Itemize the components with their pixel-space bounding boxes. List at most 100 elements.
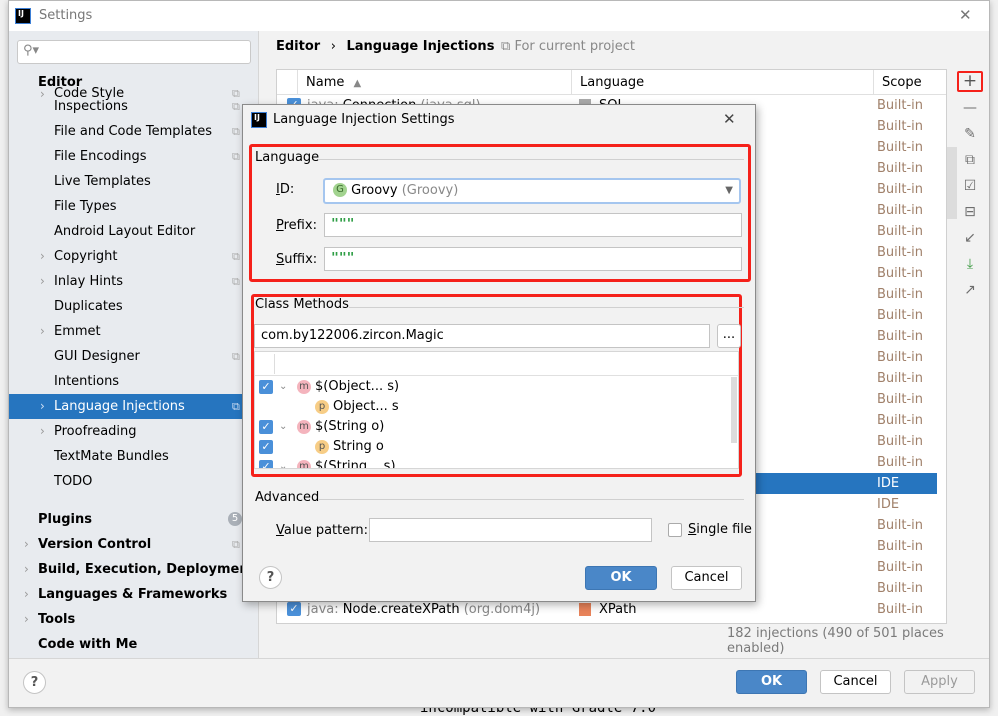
sidebar-item-label: Android Layout Editor: [54, 224, 196, 239]
sidebar-item-label: Inspections: [54, 99, 128, 114]
single-file-checkbox[interactable]: [668, 523, 682, 537]
sidebar-item-textmate-bundles[interactable]: TextMate Bundles: [9, 444, 258, 469]
sidebar-item-copyright[interactable]: › Copyright ⧉: [9, 244, 258, 269]
method-checkbox[interactable]: ✓: [259, 420, 273, 434]
project-scope-icon: ⧉: [232, 350, 240, 363]
edit-icon[interactable]: ✎: [957, 123, 983, 145]
suffix-input[interactable]: """: [324, 247, 742, 271]
sort-ascending-icon: ▲: [353, 78, 362, 89]
sidebar-item-label: Emmet: [54, 324, 101, 339]
sidebar-item-proofreading[interactable]: › Proofreading: [9, 419, 258, 444]
browse-class-button[interactable]: ...: [717, 324, 741, 348]
import-icon[interactable]: ↙: [957, 227, 983, 249]
help-button[interactable]: ?: [23, 671, 46, 694]
column-language-header[interactable]: Language: [571, 70, 873, 95]
sidebar-item-file-and-code-templates[interactable]: File and Code Templates ⧉: [9, 119, 258, 144]
sidebar-item-plugins[interactable]: Plugins 5: [9, 507, 258, 532]
sidebar-item-label: File Encodings: [54, 149, 147, 164]
class-name-input[interactable]: com.by122006.zircon.Magic: [254, 324, 710, 348]
method-tree-row[interactable]: ✓ ⌄ m $(String... s): [255, 457, 725, 468]
chevron-right-icon[interactable]: ›: [40, 269, 45, 294]
injection-target: Node.createXPath: [342, 602, 460, 617]
scope-note-text: For current project: [514, 39, 636, 54]
sidebar-item-build-execution-deployment[interactable]: › Build, Execution, Deployment: [9, 557, 258, 582]
method-checkbox[interactable]: ✓: [259, 440, 273, 454]
column-name-header[interactable]: Name ▲: [297, 70, 572, 95]
project-scope-icon: ⧉: [232, 538, 240, 551]
sidebar-item-android-layout-editor[interactable]: Android Layout Editor: [9, 219, 258, 244]
dialog-cancel-button[interactable]: Cancel: [671, 566, 742, 590]
method-tree-row[interactable]: p Object... s: [255, 397, 725, 417]
ok-button[interactable]: OK: [736, 670, 807, 694]
dialog-title: Language Injection Settings: [273, 112, 455, 127]
method-icon: m: [297, 380, 311, 394]
table-row[interactable]: ✓ java: Node.createXPath (org.dom4j) XPath…: [277, 599, 937, 620]
sidebar-item-label: Intentions: [54, 374, 120, 389]
chevron-down-icon[interactable]: ⌄: [279, 417, 287, 437]
sidebar-item-file-encodings[interactable]: File Encodings ⧉: [9, 144, 258, 169]
breadcrumb-editor[interactable]: Editor: [276, 39, 320, 54]
chevron-right-icon[interactable]: ›: [40, 319, 45, 344]
download-icon[interactable]: ⤓: [957, 253, 983, 275]
sidebar-item-label: Proofreading: [54, 424, 137, 439]
project-scope-icon: ⧉: [232, 250, 240, 263]
dialog-ok-button[interactable]: OK: [585, 566, 657, 590]
chevron-right-icon[interactable]: ›: [40, 394, 45, 419]
chevron-down-icon[interactable]: ⌄: [279, 457, 287, 468]
apply-button[interactable]: Apply: [904, 670, 975, 694]
chevron-right-icon[interactable]: ›: [24, 607, 29, 632]
sidebar-item-gui-designer[interactable]: GUI Designer ⧉: [9, 344, 258, 369]
method-icon: m: [297, 420, 311, 434]
single-file-label[interactable]: Single file: [688, 522, 752, 537]
chevron-right-icon[interactable]: ›: [24, 582, 29, 607]
export-icon[interactable]: ↗: [957, 279, 983, 301]
sidebar-item-tools[interactable]: › Tools: [9, 607, 258, 632]
sidebar-item-inspections[interactable]: Inspections ⧉: [9, 94, 258, 119]
sidebar-item-emmet[interactable]: › Emmet: [9, 319, 258, 344]
cancel-button[interactable]: Cancel: [820, 670, 891, 694]
sidebar-item-duplicates[interactable]: Duplicates: [9, 294, 258, 319]
sidebar-item-inlay-hints[interactable]: › Inlay Hints ⧉: [9, 269, 258, 294]
tree-scrollbar[interactable]: [731, 377, 737, 443]
sidebar-item-code-with-me[interactable]: Code with Me: [9, 632, 258, 657]
injection-scope: Built-in: [877, 161, 924, 176]
chevron-right-icon[interactable]: ›: [40, 419, 45, 444]
chevron-right-icon[interactable]: ›: [40, 244, 45, 269]
sidebar-item-language-injections[interactable]: › Language Injections ⧉: [9, 394, 258, 419]
method-tree-row[interactable]: ✓ ⌄ m $(Object... s): [255, 377, 725, 397]
remove-icon[interactable]: —: [957, 97, 983, 119]
enable-all-icon[interactable]: ☑: [957, 175, 983, 197]
language-id-dropdown[interactable]: G Groovy (Groovy) ▼: [323, 178, 741, 204]
dialog-close-icon[interactable]: ✕: [723, 110, 736, 128]
sidebar-item-live-templates[interactable]: Live Templates: [9, 169, 258, 194]
sidebar-item-label: File and Code Templates: [54, 124, 212, 139]
method-checkbox[interactable]: ✓: [259, 380, 273, 394]
settings-search-input[interactable]: ⚲▾: [17, 40, 251, 64]
value-pattern-input[interactable]: [369, 518, 652, 542]
add-icon[interactable]: +: [957, 71, 983, 92]
copy-icon[interactable]: ⧉: [957, 149, 983, 171]
chevron-right-icon[interactable]: ›: [24, 532, 29, 557]
column-scope-header[interactable]: Scope: [873, 70, 946, 95]
method-label: Object... s: [333, 399, 399, 414]
sidebar-item-intentions[interactable]: Intentions: [9, 369, 258, 394]
row-enabled-checkbox[interactable]: ✓: [287, 602, 301, 616]
search-icon: ⚲▾: [23, 43, 40, 58]
dialog-help-button[interactable]: ?: [259, 566, 282, 589]
sidebar-item-languages-frameworks[interactable]: › Languages & Frameworks: [9, 582, 258, 607]
prefix-input[interactable]: """: [324, 213, 742, 237]
parameter-icon: p: [315, 400, 329, 414]
chevron-right-icon[interactable]: ›: [24, 557, 29, 582]
method-tree-row[interactable]: ✓ ⌄ m $(String o): [255, 417, 725, 437]
sidebar-item-version-control[interactable]: › Version Control ⧉: [9, 532, 258, 557]
sidebar-item-file-types[interactable]: File Types: [9, 194, 258, 219]
settings-sidebar: ⚲▾ Editor › Code Style ⧉ Inspections ⧉ File an…: [9, 31, 259, 659]
method-tree-row[interactable]: ✓ p String o: [255, 437, 725, 457]
window-close-icon[interactable]: ✕: [959, 6, 972, 24]
chevron-down-icon[interactable]: ⌄: [279, 377, 287, 397]
table-scrollbar[interactable]: [947, 147, 957, 219]
sidebar-item-todo[interactable]: TODO: [9, 469, 258, 494]
injection-language: XPath: [599, 602, 637, 617]
disable-all-icon[interactable]: ⊟: [957, 201, 983, 223]
method-checkbox[interactable]: ✓: [259, 460, 273, 468]
